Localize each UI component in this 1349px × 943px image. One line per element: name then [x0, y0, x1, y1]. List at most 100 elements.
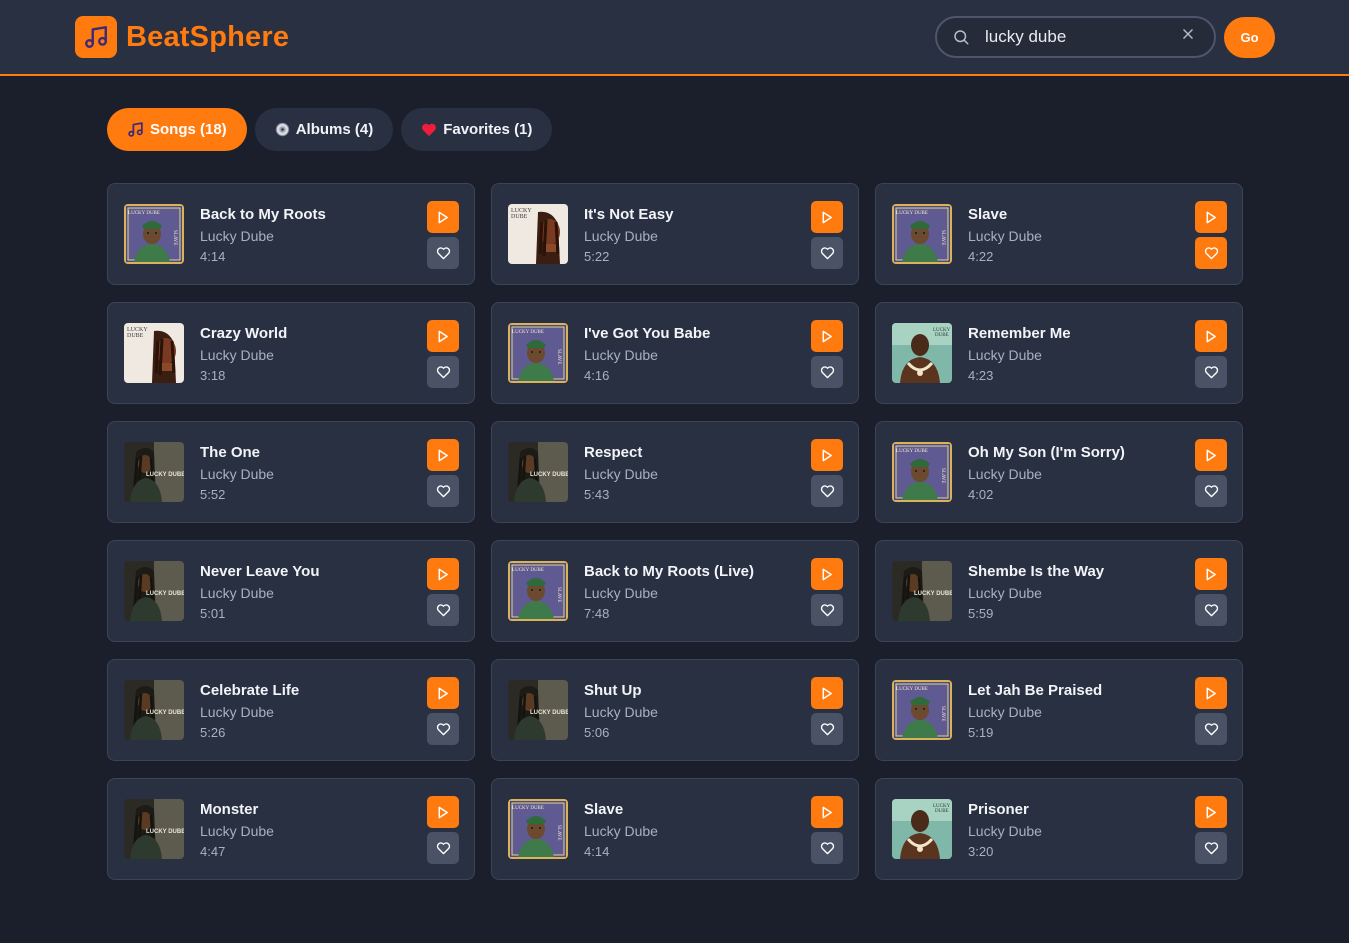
favorite-button[interactable] — [1195, 237, 1227, 269]
heart-icon — [820, 246, 835, 260]
album-cover: LUCKY DUBE — [124, 799, 184, 859]
song-title: The One — [200, 444, 261, 461]
disc-icon — [275, 122, 290, 137]
heart-icon — [820, 722, 835, 736]
play-icon — [821, 449, 833, 462]
album-cover: LUCKY DUBE — [124, 561, 184, 621]
favorite-button[interactable] — [811, 713, 843, 745]
favorite-button[interactable] — [427, 713, 459, 745]
play-button[interactable] — [427, 320, 459, 352]
heart-icon — [820, 603, 835, 617]
svg-text:SLAVE: SLAVE — [940, 468, 945, 483]
play-button[interactable] — [1195, 320, 1227, 352]
svg-text:LUCKY DUBE: LUCKY DUBE — [146, 472, 184, 478]
song-card[interactable]: LUCKY DUBE Shembe Is the Way Lucky Dube 5:5… — [875, 540, 1243, 642]
app-logo[interactable]: BeatSphere — [75, 16, 289, 58]
favorite-button[interactable] — [1195, 713, 1227, 745]
play-icon — [821, 330, 833, 343]
heart-icon — [436, 841, 451, 855]
play-button[interactable] — [811, 677, 843, 709]
favorite-button[interactable] — [811, 356, 843, 388]
play-button[interactable] — [1195, 796, 1227, 828]
heart-icon — [436, 603, 451, 617]
song-duration: 5:59 — [968, 606, 994, 621]
play-button[interactable] — [427, 796, 459, 828]
album-cover: LUCKY DUBE SLAVE — [892, 442, 952, 502]
heart-icon — [1204, 603, 1219, 617]
play-button[interactable] — [1195, 558, 1227, 590]
play-button[interactable] — [1195, 677, 1227, 709]
favorite-button[interactable] — [1195, 475, 1227, 507]
clear-search-icon[interactable] — [1181, 27, 1195, 46]
favorite-button[interactable] — [811, 594, 843, 626]
tab-favorites[interactable]: Favorites (1) — [401, 108, 553, 151]
svg-text:DUBE: DUBE — [935, 809, 949, 814]
song-artist: Lucky Dube — [968, 585, 1042, 601]
play-icon — [437, 449, 449, 462]
favorite-button[interactable] — [1195, 356, 1227, 388]
play-button[interactable] — [427, 201, 459, 233]
song-card[interactable]: LUCKY DUBE SLAVE Back to My Roots (Live) Lu… — [491, 540, 859, 642]
favorite-button[interactable] — [427, 356, 459, 388]
favorite-button[interactable] — [427, 594, 459, 626]
heart-icon — [421, 122, 437, 137]
play-icon — [1205, 211, 1217, 224]
song-card[interactable]: LUCKY DUBE SLAVE Slave Lucky Dube 4:14 — [491, 778, 859, 880]
favorite-button[interactable] — [1195, 832, 1227, 864]
play-button[interactable] — [1195, 439, 1227, 471]
song-card[interactable]: LUCKY DUBE SLAVE Slave Lucky Dube 4:22 — [875, 183, 1243, 285]
song-title: Back to My Roots — [200, 206, 326, 223]
song-card[interactable]: LUCKY DUBE Shut Up Lucky Dube 5:06 — [491, 659, 859, 761]
play-button[interactable] — [427, 439, 459, 471]
song-card[interactable]: LUCKY DUBE Crazy World Lucky Dube 3:18 — [107, 302, 475, 404]
favorite-button[interactable] — [427, 237, 459, 269]
favorite-button[interactable] — [427, 475, 459, 507]
tab-favorites-label: Favorites (1) — [443, 121, 533, 138]
play-button[interactable] — [811, 201, 843, 233]
song-title: Crazy World — [200, 325, 288, 342]
song-card[interactable]: LUCKY DUBE Celebrate Life Lucky Dube 5:26 — [107, 659, 475, 761]
play-button[interactable] — [811, 558, 843, 590]
favorite-button[interactable] — [811, 832, 843, 864]
song-card[interactable]: LUCKY DUBE SLAVE Oh My Son (I'm Sorry) Luck… — [875, 421, 1243, 523]
favorite-button[interactable] — [811, 237, 843, 269]
tab-songs[interactable]: Songs (18) — [107, 108, 247, 151]
play-button[interactable] — [811, 320, 843, 352]
favorite-button[interactable] — [427, 832, 459, 864]
favorite-button[interactable] — [1195, 594, 1227, 626]
app-header: BeatSphere Go — [0, 0, 1349, 76]
play-button[interactable] — [811, 796, 843, 828]
play-button[interactable] — [427, 558, 459, 590]
song-card[interactable]: LUCKY DUBE It's Not Easy Lucky Dube 5:22 — [491, 183, 859, 285]
svg-text:LUCKY DUBE: LUCKY DUBE — [896, 687, 928, 692]
song-card[interactable]: LUCKY DUBE SLAVE Let Jah Be Praised Lucky D… — [875, 659, 1243, 761]
song-duration: 4:16 — [584, 368, 610, 383]
svg-text:SLAVE: SLAVE — [556, 349, 561, 364]
song-duration: 5:19 — [968, 725, 994, 740]
song-duration: 4:14 — [200, 249, 226, 264]
song-duration: 5:52 — [200, 487, 226, 502]
song-card[interactable]: LUCKY DUBE Remember Me Lucky Dube 4:23 — [875, 302, 1243, 404]
play-button[interactable] — [811, 439, 843, 471]
song-card[interactable]: LUCKY DUBE Monster Lucky Dube 4:47 — [107, 778, 475, 880]
search-input[interactable] — [985, 25, 1175, 49]
play-button[interactable] — [1195, 201, 1227, 233]
song-title: Let Jah Be Praised — [968, 682, 1103, 699]
tab-albums[interactable]: Albums (4) — [254, 108, 394, 151]
song-card[interactable]: LUCKY DUBE SLAVE I've Got You Babe Lucky Du… — [491, 302, 859, 404]
song-title: Celebrate Life — [200, 682, 300, 699]
song-card[interactable]: LUCKY DUBE Respect Lucky Dube 5:43 — [491, 421, 859, 523]
play-button[interactable] — [427, 677, 459, 709]
tab-bar: Songs (18) Albums (4) Favorites (1) — [107, 108, 553, 151]
heart-icon — [1204, 841, 1219, 855]
song-title: Oh My Son (I'm Sorry) — [968, 444, 1125, 461]
song-card[interactable]: LUCKY DUBE SLAVE Back to My Roots Lucky Dub… — [107, 183, 475, 285]
favorite-button[interactable] — [811, 475, 843, 507]
heart-icon — [1204, 484, 1219, 498]
song-card[interactable]: LUCKY DUBE Never Leave You Lucky Dube 5:01 — [107, 540, 475, 642]
song-artist: Lucky Dube — [200, 704, 274, 720]
song-card[interactable]: LUCKY DUBE Prisoner Lucky Dube 3:20 — [875, 778, 1243, 880]
song-card[interactable]: LUCKY DUBE The One Lucky Dube 5:52 — [107, 421, 475, 523]
svg-text:LUCKY DUBE: LUCKY DUBE — [530, 472, 568, 478]
go-button[interactable]: Go — [1224, 17, 1275, 58]
